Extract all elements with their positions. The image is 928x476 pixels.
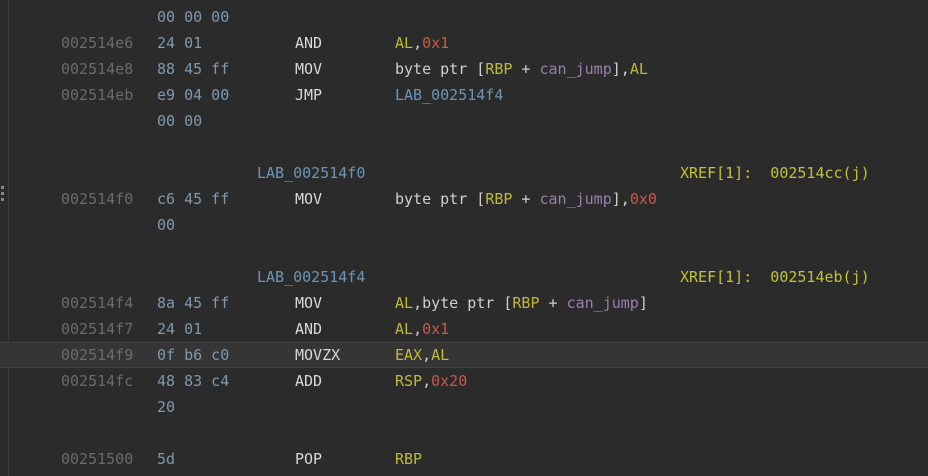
register-operand[interactable]: RBP <box>485 60 512 78</box>
instruction-row[interactable]: 00 <box>0 212 928 238</box>
label-row[interactable]: LAB_002514f4 XREF[1]: 002514eb(j) <box>0 264 928 290</box>
instruction-address[interactable]: 002514f9 <box>61 343 133 367</box>
instruction-mnemonic[interactable]: POP <box>295 446 322 472</box>
operand-text: , <box>413 34 423 52</box>
instruction-mnemonic[interactable]: RET <box>295 472 322 476</box>
operand-text: , <box>422 372 432 390</box>
xref-annotation[interactable]: XREF[1]: 002514eb(j) <box>680 264 870 290</box>
instruction-address[interactable]: 00251501 <box>61 472 133 476</box>
instruction-bytes[interactable]: 8a 45 ff <box>157 290 229 316</box>
instruction-address[interactable]: 00251500 <box>61 446 133 472</box>
xref-annotation[interactable]: XREF[1]: 002514cc(j) <box>680 160 870 186</box>
instruction-operands[interactable]: RBP <box>395 446 422 472</box>
operand-text: byte ptr [ <box>395 190 486 208</box>
instruction-bytes[interactable]: 20 <box>157 394 175 420</box>
instruction-address[interactable]: 002514e6 <box>61 30 133 56</box>
instruction-row[interactable]: 002514f0 c6 45 ff MOV byte ptr [RBP + can_j… <box>0 186 928 212</box>
instruction-bytes[interactable]: 24 01 <box>157 30 202 56</box>
variable-operand[interactable]: can_jump <box>540 190 612 208</box>
operand-text: ] <box>638 294 648 312</box>
register-operand[interactable]: RBP <box>485 190 512 208</box>
instruction-operands[interactable]: AL,0x1 <box>395 30 449 56</box>
instruction-mnemonic[interactable]: MOV <box>295 186 322 212</box>
instruction-row[interactable]: 20 <box>0 394 928 420</box>
instruction-row[interactable]: 00 00 00 <box>0 4 928 30</box>
operand-text: , <box>413 320 423 338</box>
instruction-row[interactable]: 002514f7 24 01 AND AL,0x1 <box>0 316 928 342</box>
instruction-address[interactable]: 002514f0 <box>61 186 133 212</box>
instruction-bytes[interactable]: c6 45 ff <box>157 186 229 212</box>
register-operand[interactable]: RSP <box>395 372 422 390</box>
instruction-address[interactable]: 002514eb <box>61 82 133 108</box>
register-operand[interactable]: RBP <box>395 450 422 468</box>
register-operand[interactable]: AL <box>630 60 648 78</box>
instruction-bytes[interactable]: 00 00 <box>157 108 202 134</box>
instruction-bytes[interactable]: 0f b6 c0 <box>157 343 229 367</box>
register-operand[interactable]: EAX <box>395 346 422 364</box>
instruction-row[interactable]: 002514eb e9 04 00 JMP LAB_002514f4 <box>0 82 928 108</box>
operand-text: ,byte ptr [ <box>413 294 513 312</box>
variable-operand[interactable]: can_jump <box>540 60 612 78</box>
variable-operand[interactable]: can_jump <box>567 294 639 312</box>
instruction-address[interactable]: 002514f4 <box>61 290 133 316</box>
instruction-mnemonic[interactable]: MOVZX <box>295 343 340 367</box>
instruction-bytes[interactable]: 24 01 <box>157 316 202 342</box>
label-operand[interactable]: LAB_002514f4 <box>395 86 503 104</box>
instruction-row[interactable]: 002514e6 24 01 AND AL,0x1 <box>0 30 928 56</box>
instruction-bytes[interactable]: 5d <box>157 446 175 472</box>
instruction-mnemonic[interactable]: MOV <box>295 290 322 316</box>
instruction-bytes[interactable]: c3 <box>157 472 175 476</box>
instruction-mnemonic[interactable]: JMP <box>295 82 322 108</box>
operand-text: byte ptr [ <box>395 60 486 78</box>
instruction-row[interactable]: 00251500 5d POP RBP <box>0 446 928 472</box>
register-operand[interactable]: AL <box>431 346 449 364</box>
instruction-mnemonic[interactable]: AND <box>295 30 322 56</box>
instruction-bytes[interactable]: 88 45 ff <box>157 56 229 82</box>
instruction-bytes[interactable]: 00 <box>157 212 175 238</box>
instruction-row[interactable]: 00 00 <box>0 108 928 134</box>
code-label[interactable]: LAB_002514f0 <box>257 160 365 186</box>
operand-text: + <box>512 190 540 208</box>
instruction-address[interactable]: 002514f7 <box>61 316 133 342</box>
instruction-row[interactable]: 002514f4 8a 45 ff MOV AL,byte ptr [RBP + ca… <box>0 290 928 316</box>
operand-text: , <box>422 346 432 364</box>
instruction-row-selected[interactable]: 002514f9 0f b6 c0 MOVZX EAX,AL <box>0 342 928 368</box>
instruction-address[interactable]: 002514fc <box>61 368 133 394</box>
immediate-operand[interactable]: 0x20 <box>431 372 467 390</box>
instruction-operands[interactable]: EAX,AL <box>395 343 449 367</box>
code-label[interactable]: LAB_002514f4 <box>257 264 365 290</box>
immediate-operand[interactable]: 0x1 <box>422 34 449 52</box>
instruction-row[interactable]: 002514fc 48 83 c4 ADD RSP,0x20 <box>0 368 928 394</box>
instruction-mnemonic[interactable]: ADD <box>295 368 322 394</box>
instruction-operands[interactable]: LAB_002514f4 <box>395 82 503 108</box>
instruction-mnemonic[interactable]: AND <box>295 316 322 342</box>
immediate-operand[interactable]: 0x0 <box>630 190 657 208</box>
register-operand[interactable]: AL <box>395 320 413 338</box>
operand-text: + <box>539 294 567 312</box>
instruction-row[interactable]: 00251501 c3 RET <box>0 472 928 476</box>
instruction-bytes[interactable]: 48 83 c4 <box>157 368 229 394</box>
register-operand[interactable]: AL <box>395 294 413 312</box>
instruction-operands[interactable]: byte ptr [RBP + can_jump],0x0 <box>395 186 657 212</box>
instruction-operands[interactable]: AL,byte ptr [RBP + can_jump] <box>395 290 648 316</box>
instruction-operands[interactable]: AL,0x1 <box>395 316 449 342</box>
instruction-address[interactable]: 002514e8 <box>61 56 133 82</box>
instruction-operands[interactable]: RSP,0x20 <box>395 368 467 394</box>
disassembly-listing[interactable]: 00 00 00 002514e6 24 01 AND AL,0x1 002514e8 88… <box>0 0 928 476</box>
label-row[interactable]: LAB_002514f0 XREF[1]: 002514cc(j) <box>0 160 928 186</box>
instruction-mnemonic[interactable]: MOV <box>295 56 322 82</box>
instruction-operands[interactable]: byte ptr [RBP + can_jump],AL <box>395 56 648 82</box>
instruction-bytes[interactable]: 00 00 00 <box>157 4 229 30</box>
register-operand[interactable]: AL <box>395 34 413 52</box>
immediate-operand[interactable]: 0x1 <box>422 320 449 338</box>
instruction-row[interactable]: 002514e8 88 45 ff MOV byte ptr [RBP + can_j… <box>0 56 928 82</box>
operand-text: + <box>512 60 540 78</box>
instruction-bytes[interactable]: e9 04 00 <box>157 82 229 108</box>
operand-text: ], <box>611 60 630 78</box>
operand-text: ], <box>611 190 630 208</box>
register-operand[interactable]: RBP <box>512 294 539 312</box>
